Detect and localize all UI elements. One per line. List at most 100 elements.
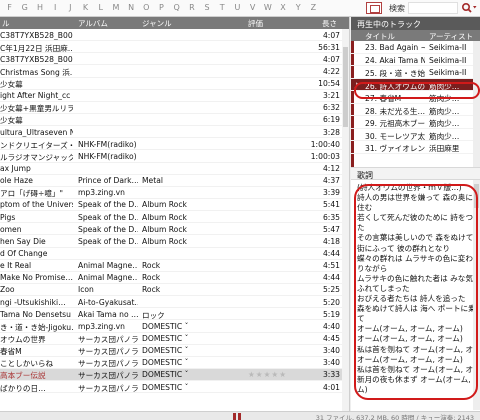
table-row[interactable]: ptom of the Universe Speak of the D… Album…	[0, 199, 349, 212]
track-album: mp3.zing.vn	[78, 321, 125, 331]
table-row[interactable]: ルラジオマンジャック20… NHK-FM(radiko) 1:00:03	[0, 150, 349, 163]
col-album[interactable]: アルバム	[78, 18, 108, 29]
queue-item[interactable]: 23. Bad Again ~… Seikima-II	[351, 41, 480, 54]
table-row[interactable]: ばかりの日… サーカス団パノラ… DOMESTIC ˇ 4:01	[0, 381, 349, 394]
table-row[interactable]: 高本ブー伝説 サーカス団パノラ… DOMESTIC ˇ ★★★★★ 3:33	[0, 368, 349, 382]
table-row[interactable]: C38T7YXB528_B00M… 4:07	[0, 29, 349, 42]
alpha-filter-y[interactable]: Y	[291, 3, 306, 12]
queue-item[interactable]: 25. 段・道・き始… Seikima-II	[351, 66, 480, 79]
col-rating[interactable]: 評価	[248, 18, 263, 29]
table-row[interactable]: C年1月22日 浜田麻… 56:31	[0, 41, 349, 54]
queue-item[interactable]: 27. 春省M 筋肉少…	[351, 91, 480, 104]
lyric-line: (詩人オウムの世界・ｍｖ版…)	[357, 183, 462, 192]
col-length[interactable]: 長さ	[322, 18, 337, 29]
track-album: Speak of the D…	[78, 212, 138, 222]
table-row[interactable]: オウムの世界 サーカス団パノラ… DOMESTIC ˇ 4:45	[0, 333, 349, 345]
track-album: サーカス団パノラ…	[78, 335, 138, 345]
library-scrollbar[interactable]	[342, 29, 349, 411]
table-row[interactable]: ngi -Utsukishiki… Ai-to-Gyakusat… 5:20	[0, 296, 349, 309]
alpha-filter-h[interactable]: H	[32, 3, 47, 12]
alpha-filter-w[interactable]: W	[260, 3, 275, 12]
table-row[interactable]: 少女幕 10:54	[0, 78, 349, 90]
table-row[interactable]: Tama No Densetsu Akai Tama no … ロック 5:19	[0, 308, 349, 321]
library-scroll-thumb[interactable]	[343, 47, 348, 127]
table-row[interactable]: Zoo Icon Rock 5:25	[0, 284, 349, 297]
alpha-filter-u[interactable]: U	[230, 3, 245, 12]
queue-item[interactable]: 30. モーレツア太郎筋肉少…	[351, 129, 480, 141]
lyrics-scroll-thumb[interactable]	[474, 184, 479, 208]
pause-icon[interactable]	[233, 413, 241, 420]
lyrics-scrollbar[interactable]	[473, 180, 480, 410]
now-playing-columns: タイトル アーティスト	[351, 30, 480, 41]
table-row[interactable]: ole Haze Prince of Dark… Metal 4:37	[0, 175, 349, 187]
right-panel: 再生中のトラック タイトル アーティスト 23. Bad Again ~… Sei…	[351, 17, 480, 411]
queue-item-artist: 筋肉少…	[429, 94, 460, 103]
table-row[interactable]: ight After Night_cc 3:21	[0, 90, 349, 102]
now-playing-list: 23. Bad Again ~…Seikima-II24. Akai Tama …	[351, 41, 480, 167]
alpha-filter-o[interactable]: O	[139, 3, 154, 12]
table-row[interactable]: ことしかいらね サーカス団パノラ… DOMESTIC ˇ 3:40	[0, 357, 349, 369]
alpha-filter-l[interactable]: L	[93, 3, 108, 12]
alpha-filter-k[interactable]: K	[78, 3, 93, 12]
track-title: omen	[0, 224, 22, 234]
alpha-filter-g[interactable]: G	[17, 3, 32, 12]
alpha-filter-i[interactable]: I	[48, 3, 63, 12]
track-album: サーカス団パノラ…	[78, 383, 138, 393]
track-album: Speak of the D…	[78, 200, 138, 210]
music-note-icon: ♪	[354, 80, 359, 90]
search-input[interactable]	[408, 2, 458, 14]
lyrics-header: 歌詞	[351, 167, 480, 180]
alpha-filter-v[interactable]: V	[245, 3, 260, 12]
queue-item[interactable]: ♪ 26. 詩人オウムの… 筋肉少…	[351, 78, 480, 91]
alpha-filter-p[interactable]: P	[154, 3, 169, 12]
table-row[interactable]: C38T7YXB528_B00M… 4:07	[0, 53, 349, 66]
table-row[interactable]: Pigs Speak of the D… Album Rock 6:35	[0, 211, 349, 224]
alpha-filter-q[interactable]: Q	[169, 3, 184, 12]
table-row[interactable]: 少女幕 6:19	[0, 114, 349, 127]
alpha-filter-n[interactable]: N	[124, 3, 139, 12]
col-genre[interactable]: ジャンル	[142, 18, 172, 29]
track-title: アロ「げ碍÷噫」"	[0, 189, 64, 199]
track-title: hen Say Die	[0, 236, 46, 246]
search-icon[interactable]	[461, 2, 478, 14]
table-row[interactable]: Christmas Song 浜… 4:22	[0, 65, 349, 78]
table-row[interactable]: ax Jump 4:12	[0, 163, 349, 175]
table-row[interactable]: アロ「げ碍÷噫」" mp3.zing.vn 3:39	[0, 187, 349, 199]
track-genre: Album Rock	[142, 236, 187, 246]
table-row[interactable]: 少女幕+黒童男ルリヲ 6:32	[0, 102, 349, 114]
queue-item[interactable]: 28. 未だ光る生… 筋肉少…	[351, 104, 480, 116]
alpha-filter-r[interactable]: R	[184, 3, 199, 12]
table-row[interactable]: hen Say Die Speak of the D… Album Rock 4:18	[0, 235, 349, 248]
track-length: 1:00:03	[310, 151, 340, 161]
track-genre: DOMESTIC ˇ	[142, 321, 189, 331]
table-row[interactable]: Make No Promise… Animal Magne… Rock 4:44	[0, 272, 349, 284]
track-title: C38T7YXB528_B00M…	[0, 54, 73, 64]
lyric-line: て	[357, 314, 365, 324]
track-title: Tama No Densetsu	[0, 309, 71, 319]
queue-item[interactable]: 31. ヴァイオレンス… 浜田麻里	[351, 141, 480, 154]
table-row[interactable]: omen Speak of the D… Album Rock 5:47	[0, 223, 349, 236]
table-row[interactable]: ンドクリエイターズ・ファイ… NHK-FM(radiko) 1:00:40	[0, 138, 349, 151]
alpha-filter-t[interactable]: T	[215, 3, 230, 12]
queue-item[interactable]: 29. 元祖高木ブー… 筋肉少…	[351, 116, 480, 129]
col-title[interactable]: ル	[2, 18, 10, 29]
table-row[interactable]: d Of Change 4:44	[0, 248, 349, 260]
alpha-filter-s[interactable]: S	[199, 3, 214, 12]
table-row[interactable]: き・道・き始-Jigoku… mp3.zing.vn DOMESTIC ˇ 4:40	[0, 320, 349, 333]
view-toggle-icon[interactable]	[366, 2, 382, 14]
table-row[interactable]: e It Real Animal Magne… Rock 4:51	[0, 260, 349, 272]
queue-item-title: 25. 段・道・き始…	[365, 69, 425, 78]
alpha-filter-x[interactable]: X	[275, 3, 290, 12]
track-rating[interactable]: ★★★★★	[248, 370, 298, 379]
queue-item-artist: 筋肉少…	[429, 106, 460, 116]
table-row[interactable]: ultura_Ultraseven N… 3:28	[0, 126, 349, 139]
table-row[interactable]: 春省M サーカス団パノラ… DOMESTIC ˇ 3:40	[0, 345, 349, 357]
alpha-filter-m[interactable]: M	[108, 3, 123, 12]
now-playing-scrollbar[interactable]	[473, 41, 480, 167]
alpha-filter-f[interactable]: F	[2, 3, 17, 12]
queue-item-artist: 筋肉少…	[429, 81, 460, 91]
alpha-filter-j[interactable]: J	[63, 3, 78, 12]
alpha-filter-z[interactable]: Z	[306, 3, 321, 12]
track-length: 6:19	[322, 115, 340, 125]
queue-item[interactable]: 24. Akai Tama N… Seikima-II	[351, 54, 480, 66]
